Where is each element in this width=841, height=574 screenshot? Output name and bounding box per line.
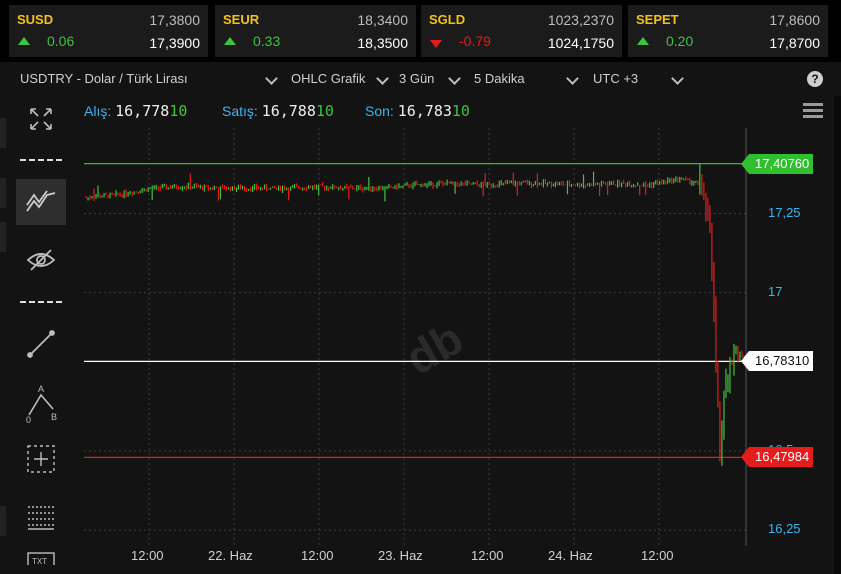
ask-price: Satış: 16,78810 xyxy=(222,102,334,120)
x-tick-label: 12:00 xyxy=(131,548,164,563)
bid-price: Alış: 16,77810 xyxy=(84,102,187,120)
x-tick-label: 12:00 xyxy=(471,548,504,563)
ticker-ask: 1024,1750 xyxy=(547,35,614,51)
watermark-logo: db xyxy=(397,312,472,385)
hamburger-icon[interactable] xyxy=(803,103,823,119)
edge-tab xyxy=(0,118,6,148)
ticker-symbol: SEUR xyxy=(223,12,260,27)
ticker-symbol: SUSD xyxy=(17,12,54,27)
ticker-sepet[interactable]: SEPET 17,8600 0.20 17,8700 xyxy=(628,5,828,57)
range-select[interactable]: 3 Gün xyxy=(399,71,434,86)
ticker-ask: 17,8700 xyxy=(769,35,820,51)
text-tool-label: TXT xyxy=(32,557,47,565)
ticker-symbol: SGLD xyxy=(429,12,466,27)
arrow-up-icon xyxy=(637,37,649,45)
x-tick-label: 12:00 xyxy=(641,548,674,563)
pattern-point-label: 0 xyxy=(26,415,31,423)
bid-value: 16,77810 xyxy=(115,102,188,120)
grid-icon[interactable] xyxy=(16,494,66,540)
line-style-icon[interactable] xyxy=(20,159,62,161)
chart-type-select[interactable]: OHLC Grafik xyxy=(291,71,365,86)
ticker-bid: 18,3400 xyxy=(357,12,408,28)
y-tick-label: 17,25 xyxy=(768,204,801,220)
x-tick-label: 12:00 xyxy=(301,548,334,563)
text-icon[interactable]: TXT xyxy=(16,551,66,574)
chevron-down-icon[interactable] xyxy=(376,72,389,85)
ticker-change: 0.06 xyxy=(47,33,75,49)
ticker-sgld[interactable]: SGLD 1023,2370 -0.79 1024,1750 xyxy=(421,5,622,57)
y-tick-label: 16,25 xyxy=(768,521,801,537)
question-circle-icon[interactable]: ? xyxy=(807,71,823,87)
ask-value: 16,78810 xyxy=(261,102,334,120)
ticker-strip: SUSD 17,3800 0.06 17,3900 SEUR 18,3400 0… xyxy=(0,0,841,62)
last-price: Son: 16,78310 xyxy=(365,102,470,120)
edge-tab xyxy=(0,506,6,536)
last-label: Son: xyxy=(365,103,394,119)
ticker-bid: 17,3800 xyxy=(149,12,200,28)
bid-label: Alış: xyxy=(84,103,112,119)
ticker-change: 0.20 xyxy=(666,33,694,49)
chevron-down-icon[interactable] xyxy=(265,72,278,85)
price-tag-low: 16,47984 xyxy=(740,447,814,468)
expand-icon[interactable] xyxy=(16,96,66,142)
ticker-bid: 17,8600 xyxy=(769,12,820,28)
ticker-change: -0.79 xyxy=(459,33,491,49)
instrument-select[interactable]: USDTRY - Dolar / Türk Lirası xyxy=(20,71,188,86)
chevron-down-icon[interactable] xyxy=(566,72,579,85)
ticker-ask: 17,3900 xyxy=(149,35,200,51)
edge-tab xyxy=(0,178,6,208)
chart-canvas[interactable]: db xyxy=(84,128,841,574)
arrow-up-icon xyxy=(224,37,236,45)
timezone-select[interactable]: UTC +3 xyxy=(593,71,638,86)
chevron-down-icon[interactable] xyxy=(671,72,684,85)
arrow-up-icon xyxy=(18,37,30,45)
price-tag-last: 16,78310 xyxy=(740,351,814,372)
price-chart[interactable]: db 17,251716,516,2512:0022. Haz12:0023. … xyxy=(84,128,841,574)
ticker-ask: 18,3500 xyxy=(357,35,408,51)
trend-line-icon[interactable] xyxy=(16,321,66,367)
ticker-bid: 1023,2370 xyxy=(547,12,614,28)
hide-icon[interactable] xyxy=(16,237,66,283)
interval-select[interactable]: 5 Dakika xyxy=(474,71,525,86)
pattern-point-label: B xyxy=(51,412,57,422)
ticker-seur[interactable]: SEUR 18,3400 0.33 18,3500 xyxy=(215,5,416,57)
ticker-symbol: SEPET xyxy=(636,12,679,27)
last-value: 16,78310 xyxy=(397,102,470,120)
edge-tab xyxy=(0,222,6,252)
pattern-point-label: A xyxy=(38,384,44,394)
price-tag-high: 17,40760 xyxy=(740,153,814,174)
x-tick-label: 24. Haz xyxy=(548,548,593,563)
chart-settings-bar: USDTRY - Dolar / Türk Lirası OHLC Grafik… xyxy=(0,62,841,96)
scrollbar[interactable] xyxy=(834,96,841,574)
arrow-down-icon xyxy=(430,40,442,48)
abcd-pattern-icon[interactable]: A 0 B xyxy=(16,380,66,426)
x-tick-label: 22. Haz xyxy=(208,548,253,563)
ask-label: Satış: xyxy=(222,103,258,119)
ticker-susd[interactable]: SUSD 17,3800 0.06 17,3900 xyxy=(9,5,208,57)
chevron-down-icon[interactable] xyxy=(448,72,461,85)
drawing-toolbar: A 0 B TXT xyxy=(0,96,84,574)
line-style-icon[interactable] xyxy=(20,301,62,303)
x-tick-label: 23. Haz xyxy=(378,548,423,563)
crosshair-icon[interactable] xyxy=(16,436,66,482)
ticker-change: 0.33 xyxy=(253,33,281,49)
y-tick-label: 17 xyxy=(768,283,783,299)
indicators-icon[interactable] xyxy=(16,179,66,225)
